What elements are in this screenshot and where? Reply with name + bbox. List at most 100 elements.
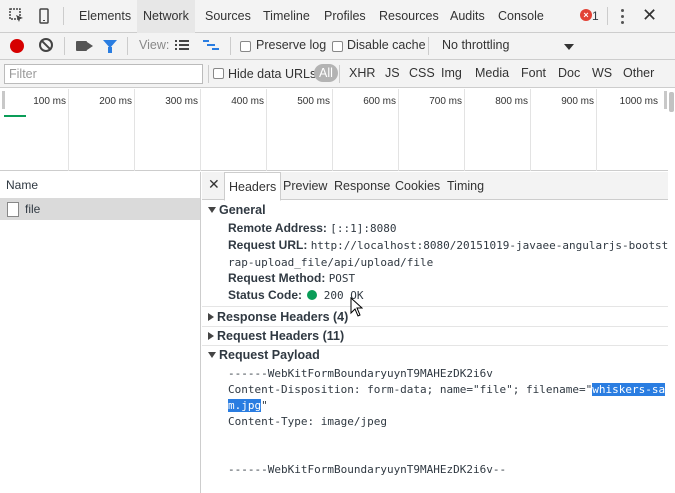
timeline-tick-label: 600 ms (363, 96, 396, 107)
name-column-header[interactable]: Name (0, 172, 200, 199)
timeline-gridline (134, 89, 135, 171)
timeline-tick-label: 700 ms (429, 96, 462, 107)
timeline-overview[interactable]: 100 ms 200 ms 300 ms 400 ms 500 ms 600 m… (0, 89, 668, 171)
request-method-label: Request Method: (228, 271, 326, 285)
tab-headers[interactable]: Headers (224, 172, 282, 201)
toolbar-divider (428, 37, 429, 55)
overview-icon[interactable] (203, 39, 219, 51)
request-method-value: POST (328, 272, 356, 285)
tab-audits[interactable]: Audits (444, 0, 491, 33)
general-section-header[interactable]: General (202, 203, 668, 217)
request-url-value-cont: rap-upload_file/api/upload/file (228, 256, 434, 269)
chevron-down-icon[interactable] (564, 44, 574, 50)
throttling-select[interactable]: No throttling (442, 38, 509, 52)
preserve-log-label[interactable]: Preserve log (256, 38, 326, 52)
network-toolbar: View: Preserve log Disable cache No thro… (0, 33, 675, 60)
request-row[interactable]: file (0, 199, 200, 220)
filter-type-js[interactable]: JS (385, 66, 400, 80)
filter-type-other[interactable]: Other (623, 66, 654, 80)
timeline-tick-label: 300 ms (165, 96, 198, 107)
status-code-row: Status Code: 200 OK (228, 288, 363, 302)
tab-sources[interactable]: Sources (199, 0, 257, 33)
status-ok-icon (307, 290, 318, 300)
filter-type-media[interactable]: Media (475, 66, 509, 80)
timeline-tick-label: 500 ms (297, 96, 330, 107)
tab-timeline[interactable]: Timeline (257, 0, 316, 33)
more-options-icon[interactable] (621, 9, 625, 27)
hide-data-urls-checkbox[interactable] (213, 68, 224, 79)
timeline-tick-label: 1000 ms (619, 96, 658, 107)
disable-cache-checkbox[interactable] (332, 41, 343, 52)
filter-type-all[interactable]: All (314, 64, 338, 82)
capture-screenshots-icon[interactable] (76, 41, 93, 51)
error-count[interactable]: 1 (592, 9, 599, 23)
clear-icon[interactable] (39, 38, 53, 52)
filter-type-ws[interactable]: WS (592, 66, 612, 80)
triangle-down-icon (208, 207, 216, 214)
payload-boundary-line: ------WebKitFormBoundaryuynT9MAHEzDK2i6v (228, 367, 493, 380)
timeline-gridline (200, 89, 201, 171)
timeline-gridline (464, 89, 465, 171)
request-url-value: http://localhost:8080/20151019-javaee-an… (310, 239, 669, 252)
filter-bar: Hide data URLs All XHR JS CSS Img Media … (0, 60, 675, 88)
request-headers-section[interactable]: Request Headers (11) (202, 329, 668, 343)
filter-input[interactable] (4, 64, 203, 84)
section-divider (202, 306, 668, 307)
tab-cookies[interactable]: Cookies (391, 172, 444, 200)
toolbar-divider (127, 37, 128, 55)
tab-profiles[interactable]: Profiles (318, 0, 372, 33)
filter-type-img[interactable]: Img (441, 66, 462, 80)
timeline-request-bar (4, 115, 26, 117)
tab-response[interactable]: Response (330, 172, 394, 200)
timeline-gridline (596, 89, 597, 171)
request-url-row-cont: rap-upload_file/api/upload/file (228, 255, 433, 269)
timeline-gridline (332, 89, 333, 171)
triangle-right-icon (208, 313, 214, 322)
toolbar-divider (63, 7, 64, 25)
filter-type-font[interactable]: Font (521, 66, 546, 80)
payload-disposition-line-cont: m.jpg" (228, 399, 268, 412)
disable-cache-label[interactable]: Disable cache (347, 38, 426, 52)
toolbar-divider (230, 37, 231, 55)
hide-data-urls-label[interactable]: Hide data URLs (228, 67, 316, 81)
request-payload-section[interactable]: Request Payload (202, 348, 668, 362)
record-button[interactable] (10, 39, 24, 53)
toolbar-divider (208, 65, 209, 83)
tab-console[interactable]: Console (492, 0, 550, 33)
filter-type-xhr[interactable]: XHR (349, 66, 375, 80)
toolbar-divider (607, 7, 608, 25)
request-payload-title: Request Payload (219, 348, 320, 362)
status-code-label: Status Code: (228, 288, 303, 302)
close-devtools-icon[interactable]: ✕ (642, 5, 657, 25)
tab-timing[interactable]: Timing (443, 172, 488, 200)
request-name: file (25, 202, 41, 216)
tab-resources[interactable]: Resources (373, 0, 445, 33)
tab-network[interactable]: Network (137, 0, 195, 33)
timeline-gridline (266, 89, 267, 171)
close-details-icon[interactable]: ✕ (208, 176, 220, 193)
timeline-tick-label: 400 ms (231, 96, 264, 107)
device-mode-icon[interactable] (36, 8, 52, 24)
response-headers-title: Response Headers (4) (217, 310, 349, 324)
request-url-row: Request URL: http://localhost:8080/20151… (228, 238, 668, 252)
large-rows-icon[interactable] (175, 39, 189, 51)
devtools-panel-bar: Elements Network Sources Timeline Profil… (0, 0, 675, 33)
preserve-log-checkbox[interactable] (240, 41, 251, 52)
section-divider (202, 345, 668, 346)
payload-disposition-line: Content-Disposition: form-data; name="fi… (228, 383, 666, 396)
error-icon[interactable]: × (580, 9, 592, 21)
timeline-right-handle[interactable] (664, 91, 667, 109)
timeline-scrollbar[interactable] (669, 92, 674, 112)
general-title: General (219, 203, 266, 217)
tab-preview[interactable]: Preview (279, 172, 331, 200)
inspect-element-icon[interactable] (9, 8, 25, 24)
filter-icon[interactable] (103, 40, 117, 53)
request-details: ✕ Headers Preview Response Cookies Timin… (202, 172, 675, 493)
filter-type-css[interactable]: CSS (409, 66, 435, 80)
filter-type-doc[interactable]: Doc (558, 66, 580, 80)
timeline-left-handle[interactable] (2, 91, 5, 109)
request-url-label: Request URL: (228, 238, 308, 252)
response-headers-section[interactable]: Response Headers (4) (202, 310, 668, 324)
tab-elements[interactable]: Elements (73, 0, 137, 33)
toolbar-divider (64, 37, 65, 55)
